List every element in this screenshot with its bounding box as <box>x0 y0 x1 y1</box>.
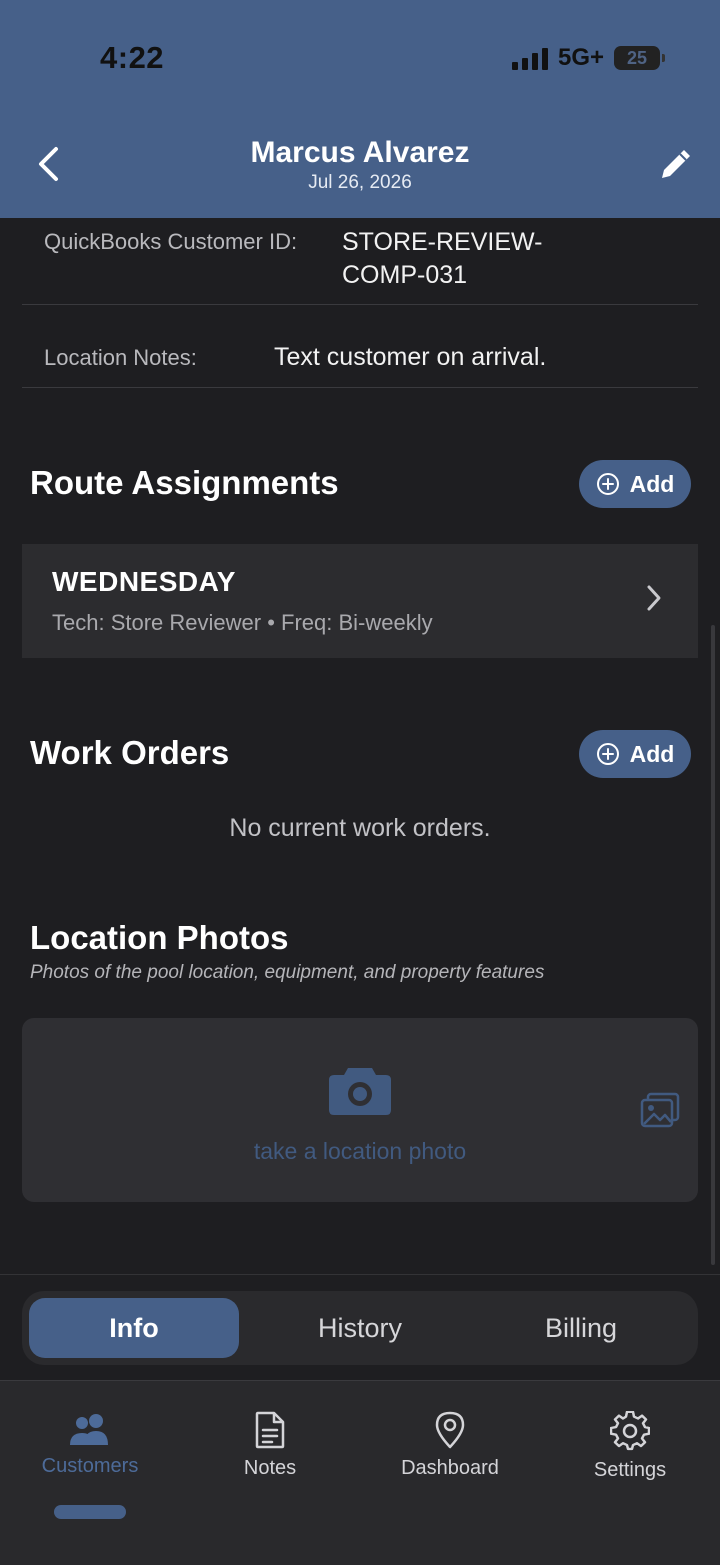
work-orders-empty-text: No current work orders. <box>229 814 491 842</box>
tab-customers-label: Customers <box>41 1455 139 1477</box>
tab-bar: Customers Notes Dashboard Settings <box>0 1380 720 1565</box>
active-tab-indicator <box>54 1505 126 1519</box>
route-day: WEDNESDAY <box>52 566 236 597</box>
gear-icon <box>610 1411 650 1451</box>
add-route-label: Add <box>629 470 675 497</box>
segment-area: Info History Billing <box>0 1274 720 1380</box>
location-notes-value: Text customer on arrival. <box>274 343 547 371</box>
location-photos-title: Location Photos <box>30 919 289 956</box>
segment-billing[interactable]: Billing <box>476 1298 686 1358</box>
tab-dashboard[interactable]: Dashboard <box>360 1411 540 1491</box>
quickbooks-id-label: QuickBooks Customer ID: <box>44 229 298 254</box>
segment-info[interactable]: Info <box>29 1298 239 1358</box>
header: 4:22 5G+ 25 Marcus Alvarez Jul 26, 2026 <box>0 0 720 218</box>
add-work-order-label: Add <box>629 740 675 767</box>
customers-icon <box>70 1414 108 1445</box>
route-assignments-title: Route Assignments <box>30 464 339 501</box>
camera-icon <box>329 1068 391 1115</box>
page-title: Marcus Alvarez <box>250 136 470 169</box>
add-work-order-button[interactable]: Add <box>579 730 691 778</box>
scrollbar[interactable] <box>711 625 715 1265</box>
tab-settings-label: Settings <box>593 1459 667 1481</box>
plus-circle-icon <box>596 473 619 495</box>
route-meta: Tech: Store Reviewer • Freq: Bi-weekly <box>52 610 433 635</box>
status-indicators: 5G+ 25 <box>511 44 665 72</box>
tab-settings[interactable]: Settings <box>540 1411 720 1491</box>
tab-customers[interactable]: Customers <box>0 1411 180 1491</box>
tab-notes-label: Notes <box>243 1457 297 1479</box>
tab-notes[interactable]: Notes <box>180 1411 360 1491</box>
location-notes-label: Location Notes: <box>44 345 197 370</box>
segmented-control: Info History Billing <box>22 1291 698 1365</box>
take-photo-area[interactable]: take a location photo <box>22 1018 698 1202</box>
content-scroll-area[interactable]: QuickBooks Customer ID: STORE-REVIEW- CO… <box>0 218 720 1274</box>
quickbooks-id-value-line1: STORE-REVIEW- <box>342 228 543 256</box>
tab-dashboard-label: Dashboard <box>401 1457 499 1479</box>
segment-history[interactable]: History <box>255 1298 465 1358</box>
pencil-icon <box>662 150 690 178</box>
route-assignment-item[interactable]: WEDNESDAY Tech: Store Reviewer • Freq: B… <box>22 544 698 658</box>
location-pin-icon <box>435 1411 465 1449</box>
status-time: 4:22 <box>100 40 165 75</box>
quickbooks-id-value-line2: COMP-031 <box>342 261 468 289</box>
photo-gallery-icon[interactable] <box>640 1092 680 1130</box>
add-route-button[interactable]: Add <box>579 460 691 508</box>
quickbooks-id-value: STORE-REVIEW- COMP-031 <box>342 226 543 292</box>
work-orders-title: Work Orders <box>30 734 230 771</box>
page-subtitle-date: Jul 26, 2026 <box>308 172 412 193</box>
customer-detail-screen: 4:22 5G+ 25 Marcus Alvarez Jul 26, 2026 <box>0 0 720 1565</box>
plus-circle-icon <box>596 743 619 765</box>
take-photo-label: take a location photo <box>253 1138 467 1164</box>
battery-icon: 25 <box>614 46 665 70</box>
quickbooks-id-row: QuickBooks Customer ID: STORE-REVIEW- CO… <box>22 218 698 305</box>
signal-icon <box>511 46 548 70</box>
battery-level: 25 <box>626 47 648 68</box>
location-photos-subtitle: Photos of the pool location, equipment, … <box>30 962 545 983</box>
chevron-right-icon <box>647 585 661 611</box>
location-notes-row: Location Notes: Text customer on arrival… <box>22 305 698 388</box>
network-type: 5G+ <box>557 44 604 71</box>
edit-button[interactable] <box>652 140 700 188</box>
notes-icon <box>255 1411 285 1449</box>
